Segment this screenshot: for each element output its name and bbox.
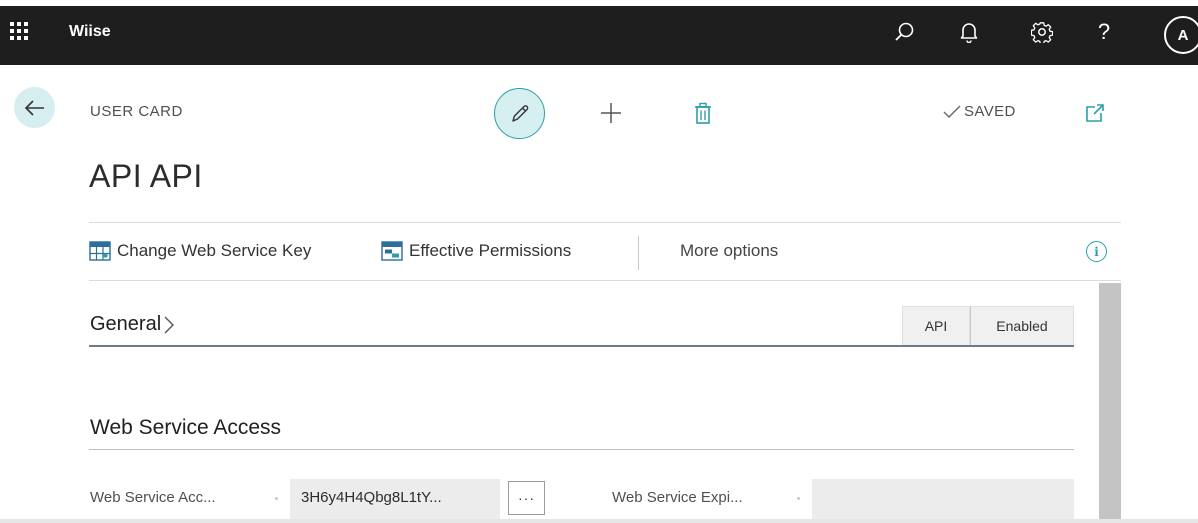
edit-button[interactable] bbox=[494, 88, 545, 139]
general-section-line bbox=[89, 345, 1074, 347]
action-separator bbox=[638, 236, 639, 270]
effective-permissions-label: Effective Permissions bbox=[409, 241, 572, 260]
web-service-expiry-label: Web Service Expi... bbox=[612, 489, 743, 506]
permissions-icon bbox=[381, 241, 403, 261]
help-icon[interactable]: ? bbox=[1092, 19, 1116, 44]
web-service-expiry-field[interactable] bbox=[812, 479, 1074, 523]
general-summary-enabled: Enabled bbox=[970, 306, 1074, 346]
page-title: API API bbox=[89, 158, 203, 194]
key-table-icon bbox=[89, 241, 111, 261]
card-type-label: USER CARD bbox=[90, 103, 183, 120]
general-section-header[interactable]: General bbox=[90, 313, 175, 336]
popout-icon bbox=[1086, 104, 1104, 122]
plus-icon bbox=[601, 103, 621, 123]
search-icon[interactable] bbox=[893, 20, 917, 44]
pencil-icon bbox=[511, 104, 528, 122]
effective-permissions-action[interactable]: Effective Permissions bbox=[381, 241, 571, 261]
app-bar: Wiise ? A bbox=[0, 6, 1198, 65]
field-dot bbox=[275, 497, 278, 500]
check-icon bbox=[943, 105, 961, 118]
field-dot bbox=[797, 497, 800, 500]
general-summary-api: API bbox=[902, 306, 970, 346]
bell-icon[interactable] bbox=[957, 20, 981, 44]
change-web-service-key-label: Change Web Service Key bbox=[117, 241, 312, 260]
assist-edit-button[interactable]: ··· bbox=[508, 481, 545, 515]
avatar[interactable]: A bbox=[1164, 16, 1198, 54]
web-service-access-key-field[interactable]: 3H6y4H4Qbg8L1tY... bbox=[290, 479, 500, 523]
header-divider bbox=[89, 222, 1121, 223]
web-service-access-line bbox=[89, 449, 1074, 450]
save-status: SAVED bbox=[942, 103, 1016, 120]
open-new-window-button[interactable] bbox=[1083, 101, 1107, 125]
change-web-service-key-action[interactable]: Change Web Service Key bbox=[89, 241, 311, 261]
web-service-access-title: Web Service Access bbox=[90, 416, 282, 439]
gear-icon[interactable] bbox=[1030, 20, 1054, 44]
new-button[interactable] bbox=[597, 99, 625, 127]
app-launcher-icon[interactable] bbox=[10, 22, 28, 40]
trash-icon bbox=[695, 102, 711, 124]
chevron-right-icon bbox=[164, 316, 175, 333]
back-button[interactable] bbox=[14, 87, 55, 128]
save-status-label: SAVED bbox=[964, 103, 1016, 120]
info-icon[interactable]: i bbox=[1086, 241, 1107, 262]
more-options-button[interactable]: More options bbox=[680, 241, 778, 261]
scrollbar[interactable] bbox=[1099, 283, 1121, 523]
bottom-edge bbox=[0, 519, 1198, 523]
app-name[interactable]: Wiise bbox=[69, 23, 111, 41]
arrow-left-icon bbox=[24, 99, 44, 116]
delete-button[interactable] bbox=[690, 101, 716, 127]
web-service-access-key-label: Web Service Acc... bbox=[90, 489, 216, 506]
general-section-title: General bbox=[90, 313, 162, 335]
actions-divider bbox=[89, 280, 1121, 281]
